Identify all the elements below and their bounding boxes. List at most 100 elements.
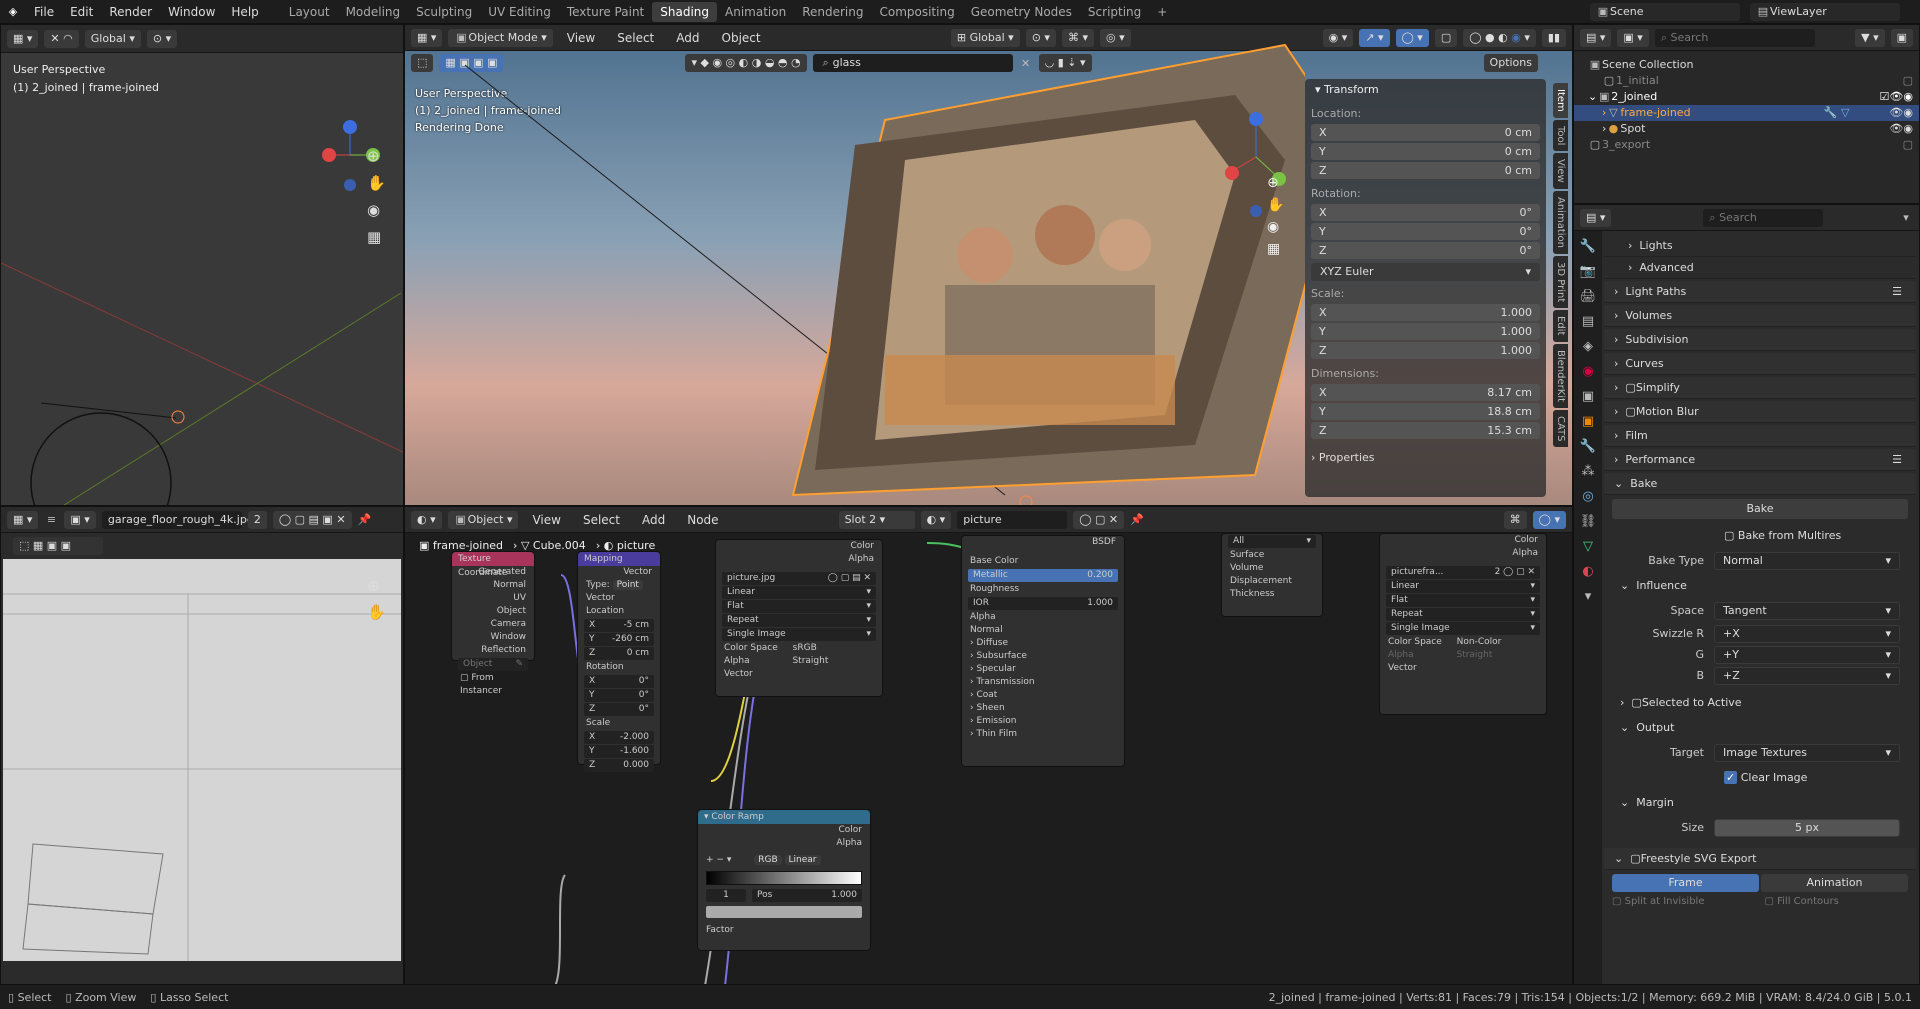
target-dropdown[interactable]: Image Textures ▾ [1714,743,1900,762]
split-at-invisible-checkbox[interactable]: ▢ Split at Invisible [1612,896,1704,907]
workspace-tab-geometry-nodes[interactable]: Geometry Nodes [963,2,1080,22]
alpha-mode-dropdown[interactable]: Straight [1456,650,1492,660]
properties-search[interactable]: ⌕ Search [1703,208,1824,227]
panel-diffuse[interactable]: › Diffuse [962,637,1124,650]
menu-icon[interactable]: ≡ [44,513,58,526]
section-freestyle-svg-export[interactable]: ⌄ ▢ Freestyle SVG Export [1604,848,1916,870]
rotation-z-field[interactable]: Z 0° [1311,242,1540,259]
location-z-field[interactable]: Z 0 cm [1311,162,1540,179]
workspace-tab-rendering[interactable]: Rendering [794,2,871,22]
menu-window[interactable]: Window [160,5,223,19]
collection-row-3-export[interactable]: ▢ 3_export ▢ [1588,137,1913,153]
zoom-icon[interactable]: ⊕ [1267,175,1284,191]
collection-tab-icon[interactable]: ▣ [1582,389,1594,404]
constraints-tab-icon[interactable]: ⛓ [1580,514,1597,529]
options-dropdown-icon[interactable]: ▾ [1899,211,1913,224]
section-motion-blur[interactable]: › ▢ Motion Blur [1604,401,1916,423]
socket-uv[interactable]: UV [452,592,534,605]
mapping-scale-z[interactable]: Z 0.000 [584,759,654,772]
socket-vector-out[interactable]: Vector [578,566,660,579]
xray-toggle[interactable]: ▢ [1434,28,1458,47]
add-workspace-button[interactable]: + [1149,2,1175,22]
blender-logo-icon[interactable]: ◈ [0,5,26,18]
socket-bsdf-out[interactable]: BSDF [962,536,1124,549]
image-file-field[interactable]: picturefra... 2 ◯ ▢ ✕ [1386,566,1540,579]
pan-hand-icon[interactable]: ✋ [367,174,386,192]
presets-icon[interactable]: ☰ [1892,285,1902,298]
pan-hand-icon[interactable]: ✋ [1267,197,1284,213]
menu-edit[interactable]: Edit [62,5,101,19]
socket-reflection[interactable]: Reflection [452,644,534,657]
grid-icon[interactable]: ▦ [1267,241,1284,257]
section-subdivision[interactable]: › Subdivision [1604,329,1916,351]
workspace-tab-layout[interactable]: Layout [281,2,338,22]
socket-vector-in[interactable]: Vector [578,592,660,605]
fill-contours-checkbox[interactable]: ▢ Fill Contours [1764,896,1838,907]
menu-file[interactable]: File [26,5,62,19]
location-y-field[interactable]: Y 0 cm [1311,143,1540,160]
mapping-node-header[interactable]: Mapping [578,552,660,566]
socket-factor-in[interactable]: Factor [698,924,870,937]
gizmo-x-axis[interactable] [322,148,336,162]
socket-roughness[interactable]: Roughness [962,583,1124,596]
color-ramp-gradient[interactable] [706,871,862,885]
metallic-field[interactable]: Metallic 0.200 [968,569,1118,582]
socket-camera[interactable]: Camera [452,618,534,631]
texture-tab-icon[interactable]: ▾ [1585,589,1592,604]
bake-from-multires-row[interactable]: ▢ Bake from Multires [1604,523,1916,548]
image-users-count[interactable]: 2 [1495,567,1501,577]
panel-subsurface[interactable]: › Subsurface [962,650,1124,663]
image-name-field[interactable]: garage_floor_rough_4k.jpg [101,510,254,529]
scene-selector[interactable]: ▣ Scene [1590,2,1740,21]
tab-3d-print[interactable]: 3D Print [1553,255,1568,309]
image-editor[interactable]: ▦ ▾ ≡ ▣ ▾ garage_floor_rough_4k.jpg 2 ◯ … [0,506,404,985]
stop-position-field[interactable]: Pos 1.000 [752,889,862,902]
bake-from-multires-checkbox[interactable]: ▢ [1724,529,1734,542]
projection-dropdown[interactable]: Flat ▾ [722,600,876,613]
gizmo-z-axis[interactable] [1249,112,1263,126]
gizmo-x-axis[interactable] [1225,166,1239,180]
camera-render-icon[interactable]: ◉ [1903,89,1913,105]
transform-orientation-dropdown[interactable]: Global ▾ [84,29,141,48]
selected-to-active-checkbox[interactable]: ▢ [1631,696,1641,709]
collection-row-1-initial[interactable]: ▢ 1_initial ▢ [1588,73,1913,89]
section-light-paths[interactable]: › Light Paths ☰ [1604,281,1916,303]
motion-blur-checkbox[interactable]: ▢ [1625,405,1635,418]
remove-stop-icon[interactable]: − [716,855,724,865]
source-dropdown[interactable]: Single Image ▾ [1386,622,1540,635]
mapping-scale-y[interactable]: Y -1.600 [584,745,654,758]
clear-image-row[interactable]: ✓ Clear Image [1604,765,1916,790]
mapping-type-dropdown[interactable]: Point [612,580,643,590]
swizzle-r-dropdown[interactable]: +X ▾ [1714,624,1900,643]
camera-render-icon[interactable]: ◉ [1903,105,1913,121]
particles-tab-icon[interactable]: ⁂ [1582,464,1595,479]
world-tab-icon[interactable]: ◉ [1582,364,1593,379]
interpolation-dropdown[interactable]: Linear ▾ [1386,580,1540,593]
stop-color-swatch[interactable] [706,906,862,918]
new-collection-button[interactable]: ▣ [1890,28,1913,47]
scale-x-field[interactable]: X 1.000 [1311,304,1540,321]
section-film[interactable]: › Film [1604,425,1916,447]
breadcrumb-mesh[interactable]: › ▽ Cube.004 [513,539,586,552]
scale-y-field[interactable]: Y 1.000 [1311,323,1540,340]
socket-normal[interactable]: Normal [452,579,534,592]
shading-modes[interactable]: ◯ ● ◐ ◉ ▾ [1463,28,1536,47]
data-tab-icon[interactable]: ▽ [1583,539,1593,554]
location-x-field[interactable]: X 0 cm [1311,124,1540,141]
stop-index-field[interactable]: 1 [706,889,746,902]
swizzle-b-dropdown[interactable]: +Z ▾ [1714,666,1900,685]
color-ramp-node[interactable]: ▾ Color Ramp Color Alpha + − ▾ RGB Linea… [697,809,871,951]
filter-button[interactable]: ▼ ▾ [1855,28,1885,47]
zoom-icon[interactable]: ⊕ [367,577,386,595]
section-lights[interactable]: › Lights [1604,235,1916,257]
from-instancer-checkbox[interactable]: ▢ From Instancer [452,672,534,696]
socket-color-out[interactable]: Color [716,540,882,553]
rotation-mode-dropdown[interactable]: XYZ Euler ▾ [1311,263,1540,281]
gizmo-z-axis[interactable] [343,120,357,134]
tool-tab-icon[interactable]: 🔧 [1580,239,1596,254]
workspace-tab-uv-editing[interactable]: UV Editing [480,2,559,22]
object-row-frame-joined[interactable]: › ▽ frame-joined 🔧 ▽ 👁 ◉ [1574,105,1919,121]
tab-item[interactable]: Item [1553,83,1568,118]
scene-collection-row[interactable]: ▣ Scene Collection [1588,57,1913,73]
color-ramp-node-header[interactable]: ▾ Color Ramp [698,810,870,824]
